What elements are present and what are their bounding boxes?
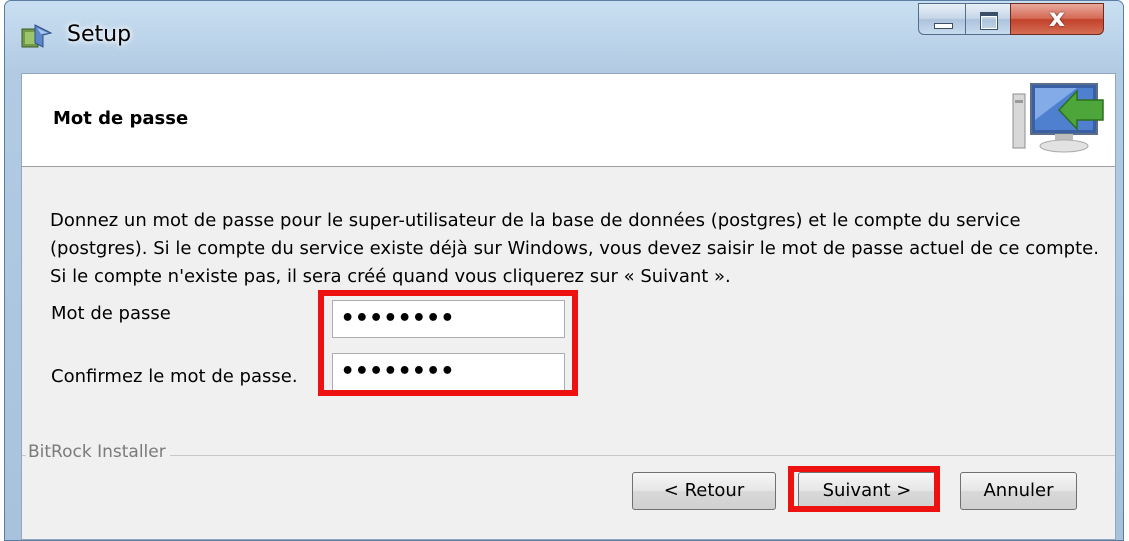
password-field[interactable]: •••••••• (332, 300, 565, 338)
back-button[interactable]: < Retour (632, 472, 776, 510)
window-title: Setup (67, 22, 132, 47)
setup-window: Setup x Mot de passe Donnez un mot de pa… (4, 0, 1124, 541)
close-button[interactable]: x (1010, 3, 1104, 35)
page-title: Mot de passe (53, 108, 189, 129)
password-label: Mot de passe (51, 303, 171, 324)
installer-brand-label: BitRock Installer (26, 442, 170, 462)
confirm-password-field[interactable]: •••••••• (332, 353, 565, 391)
dialog-client-area: Mot de passe Donnez un mot de passe pour… (21, 73, 1116, 540)
title-bar[interactable]: Setup x (5, 1, 1123, 71)
next-button[interactable]: Suivant > (798, 472, 936, 510)
close-icon: x (1048, 3, 1066, 32)
instruction-text: Donnez un mot de passe pour le super-uti… (50, 210, 1099, 287)
footer-separator (22, 455, 1115, 456)
setup-app-icon (21, 24, 53, 48)
confirm-password-label: Confirmez le mot de passe. (51, 366, 298, 387)
computer-arrow-icon (1012, 83, 1104, 153)
dialog-header: Mot de passe (22, 74, 1115, 167)
cancel-button[interactable]: Annuler (960, 472, 1077, 510)
minimize-icon (934, 23, 953, 29)
maximize-icon (980, 12, 998, 30)
minimize-button[interactable] (918, 3, 966, 35)
maximize-button[interactable] (965, 3, 1011, 35)
